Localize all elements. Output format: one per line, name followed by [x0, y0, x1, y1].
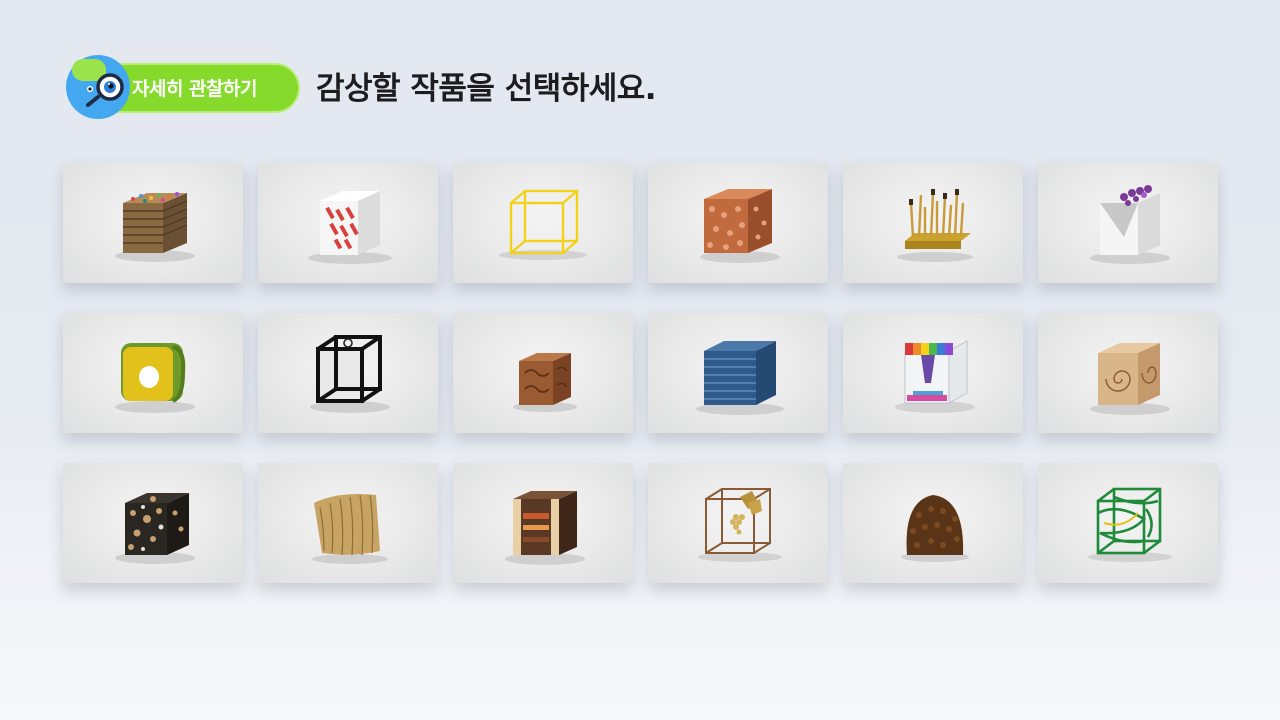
straw-paper-sculpture-icon [312, 494, 388, 564]
white-cube-red-stripes-icon [308, 191, 392, 264]
page-title: 감상할 작품을 선택하세요. [316, 70, 657, 107]
artwork-card-16[interactable] [648, 463, 828, 583]
pebble-mosaic-cube-icon [115, 493, 195, 564]
artwork-card-7[interactable] [63, 313, 243, 433]
artwork-card-17[interactable] [843, 463, 1023, 583]
artwork-card-6[interactable] [1038, 163, 1218, 283]
artwork-card-4[interactable] [648, 163, 828, 283]
white-cube-purple-gems-icon [1090, 185, 1170, 264]
artwork-card-3[interactable] [453, 163, 633, 283]
wire-grapevine-icon [698, 488, 782, 562]
acrylic-rainbow-box-icon [895, 340, 975, 413]
carved-wood-cube-icon [513, 353, 577, 412]
coral-sponge-cube-icon [700, 189, 780, 263]
artwork-card-15[interactable] [453, 463, 633, 583]
green-yarn-cube-icon [1088, 487, 1172, 562]
layered-cardboard-cube-icon [115, 192, 195, 262]
brushes-tray-icon [897, 189, 973, 262]
artwork-card-2[interactable] [258, 163, 438, 283]
pinecone-dome-icon [901, 495, 969, 562]
artwork-card-12[interactable] [1038, 313, 1218, 433]
artwork-card-18[interactable] [1038, 463, 1218, 583]
artwork-card-10[interactable] [648, 313, 828, 433]
blue-fabric-stack-icon [696, 341, 784, 415]
magnifier-mascot-icon [86, 73, 124, 107]
artwork-card-8[interactable] [258, 313, 438, 433]
artwork-card-5[interactable] [843, 163, 1023, 283]
page-header: 자세히 관찰하기 감상할 작품을 선택하세요. [66, 55, 657, 119]
artwork-card-13[interactable] [63, 463, 243, 583]
yellow-wire-cube-icon [499, 189, 587, 260]
green-yellow-ring-cube-icon [115, 343, 195, 413]
badge-label: 자세히 관찰하기 [132, 78, 257, 100]
artwork-card-1[interactable] [63, 163, 243, 283]
wood-frame-block-icon [505, 491, 585, 565]
spiral-wood-cube-icon [1090, 343, 1170, 415]
artwork-card-14[interactable] [258, 463, 438, 583]
artwork-grid [63, 163, 1218, 583]
observe-badge: 자세히 관찰하기 [66, 55, 302, 119]
artwork-card-9[interactable] [453, 313, 633, 433]
artwork-card-11[interactable] [843, 313, 1023, 433]
black-fur-frame-cube-icon [310, 335, 390, 413]
